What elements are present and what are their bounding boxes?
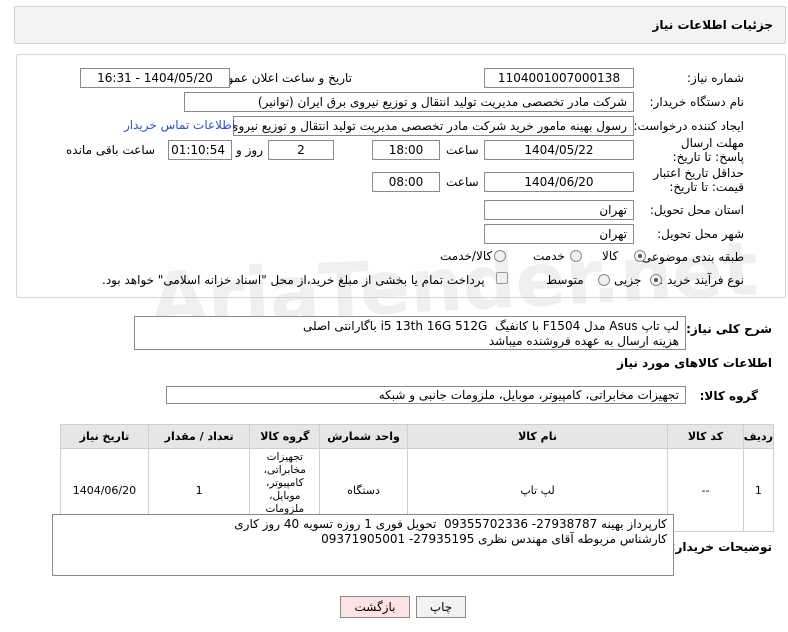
city-label: شهر محل تحویل: xyxy=(657,227,744,241)
price-validity-date-field: 1404/06/20 xyxy=(484,172,634,192)
province-label: استان محل تحویل: xyxy=(649,203,744,217)
price-validity-label: حداقل تاریخ اعتبار قیمت: تا تاریخ: xyxy=(653,166,744,194)
category-option-goods: کالا xyxy=(602,249,619,263)
reply-deadline-label: مهلت ارسال پاسخ: تا تاریخ: xyxy=(672,136,744,164)
buyer-contact-link[interactable]: اطلاعات تماس خریدار xyxy=(124,118,235,132)
page-title: جزئیات اطلاعات نیاز xyxy=(652,18,773,32)
process-radio-medium[interactable] xyxy=(598,274,610,286)
category-option-service: خدمت xyxy=(533,249,565,263)
process-type-label: نوع فرآیند خرید : xyxy=(659,273,744,287)
goods-table-wrapper: ردیف کد کالا نام کالا واحد شمارش گروه کا… xyxy=(60,424,775,532)
need-number-label: شماره نیاز: xyxy=(687,71,744,85)
goods-group-field: تجهیزات مخابراتی، کامپیوتر، موبایل، ملزو… xyxy=(166,386,686,404)
reply-deadline-date-field: 1404/05/22 xyxy=(484,140,634,160)
cell-row: 1 xyxy=(742,448,775,532)
goods-group-label: گروه کالا: xyxy=(699,389,758,403)
reply-deadline-time-field: 18:00 xyxy=(372,140,440,160)
description-label: شرح کلی نیاز: xyxy=(686,322,772,336)
buyer-org-label: نام دستگاه خریدار: xyxy=(649,95,745,109)
col-unit: واحد شمارش xyxy=(319,424,408,449)
cell-code: -- xyxy=(667,448,744,532)
requester-field: رسول بهینه مامور خرید شرکت مادر تخصصی مد… xyxy=(233,116,634,136)
treasury-payment-checkbox[interactable] xyxy=(496,272,508,284)
description-textarea[interactable]: لپ تاپ Asus مدل F1504 با کانفیگ i5 13th … xyxy=(134,316,686,350)
province-field: تهران xyxy=(484,200,634,220)
col-code: کد کالا xyxy=(667,424,744,449)
col-row: ردیف xyxy=(742,424,775,449)
category-radio-goods[interactable] xyxy=(634,250,646,262)
category-option-goods-service: کالا/خدمت xyxy=(440,249,493,263)
remaining-days-field: 2 xyxy=(268,140,334,160)
page-header: جزئیات اطلاعات نیاز xyxy=(14,6,786,44)
price-validity-time-field: 08:00 xyxy=(372,172,440,192)
buyer-org-field: شرکت مادر تخصصی مدیریت تولید انتقال و تو… xyxy=(184,92,634,112)
category-label: طبقه بندی موضوعی: xyxy=(637,250,744,264)
need-number-field: 1104001007000138 xyxy=(484,68,634,88)
category-radio-service[interactable] xyxy=(570,250,582,262)
city-field: تهران xyxy=(484,224,634,244)
announce-date-field: 1404/05/20 - 16:31 xyxy=(80,68,230,88)
remaining-time-field: 01:10:54 xyxy=(168,140,232,160)
buyer-notes-textarea[interactable]: کارپرداز بهینه 27938787- 09355702336 تحو… xyxy=(52,514,674,576)
col-group: گروه کالا xyxy=(249,424,321,449)
col-date: تاریخ نیاز xyxy=(60,424,149,449)
requester-label: ایجاد کننده درخواست: xyxy=(633,119,744,133)
remaining-time-label: ساعت باقی مانده xyxy=(66,143,156,157)
print-button[interactable]: چاپ xyxy=(416,596,466,618)
goods-info-title: اطلاعات کالاهای مورد نیاز xyxy=(617,356,772,370)
process-radio-minor[interactable] xyxy=(650,274,662,286)
category-radio-goods-service[interactable] xyxy=(494,250,506,262)
buyer-notes-label: توضیحات خریدار: xyxy=(670,540,772,554)
reply-deadline-time-label: ساعت xyxy=(446,143,479,157)
col-qty: تعداد / مقدار xyxy=(147,424,251,449)
remaining-days-label: روز و xyxy=(236,143,263,157)
price-validity-time-label: ساعت xyxy=(446,175,479,189)
col-name: نام کالا xyxy=(406,424,669,449)
process-option-minor: جزیی xyxy=(614,273,642,287)
back-button[interactable]: بازگشت xyxy=(340,596,410,618)
treasury-payment-note: پرداخت تمام یا بخشی از مبلغ خرید،از محل … xyxy=(102,273,485,287)
process-option-medium: متوسط xyxy=(546,273,584,287)
